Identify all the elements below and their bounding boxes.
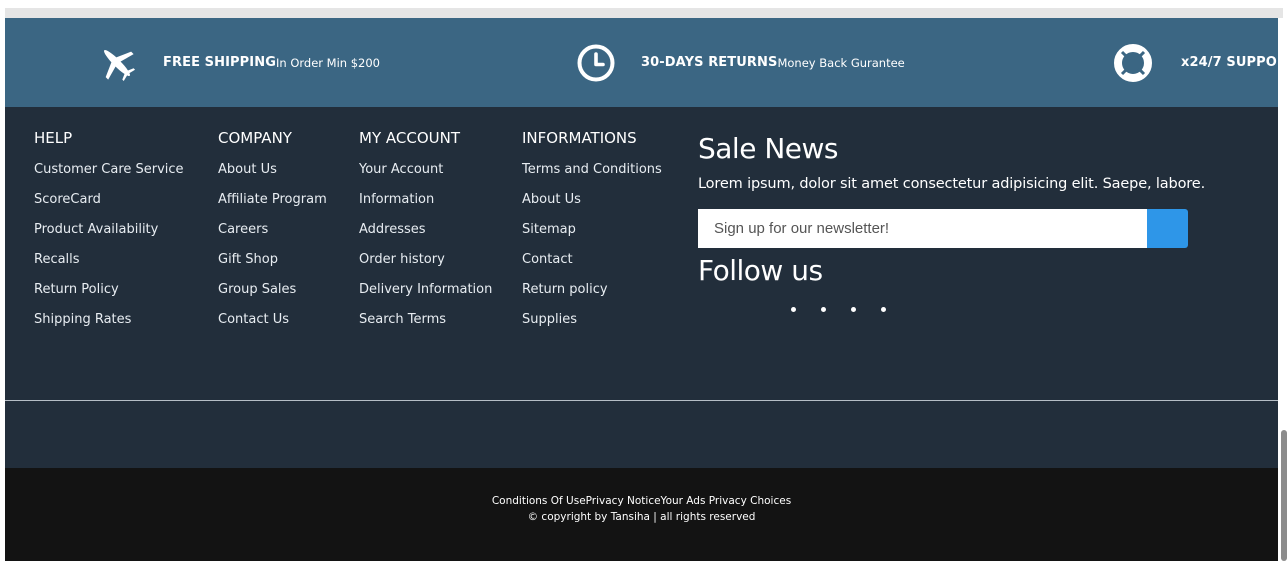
footer-column-company: COMPANY About Us Affiliate Program Caree…	[218, 129, 327, 339]
column-title: COMPANY	[218, 129, 292, 147]
footer-spacer-band	[5, 401, 1278, 468]
footer-link[interactable]: Order history	[359, 249, 492, 279]
newsletter-form	[698, 209, 1188, 248]
legal-links[interactable]: Conditions Of UsePrivacy NoticeYour Ads …	[5, 495, 1278, 507]
footer-link[interactable]: Search Terms	[359, 309, 492, 339]
footer-column-help: HELP Customer Care Service ScoreCard Pro…	[34, 129, 184, 339]
newsletter-text: Lorem ipsum, dolor sit amet consectetur …	[698, 176, 1206, 192]
footer-column-informations: INFORMATIONS Terms and Conditions About …	[522, 129, 662, 339]
airplane-icon	[97, 43, 137, 83]
footer-link[interactable]: About Us	[218, 159, 327, 189]
follow-us-title: Follow us	[698, 254, 823, 287]
page-scrollbar-thumb[interactable]	[1281, 430, 1287, 561]
newsletter-email-input[interactable]	[698, 209, 1147, 248]
footer-link[interactable]: Delivery Information	[359, 279, 492, 309]
top-separator	[5, 8, 1283, 18]
social-icon[interactable]	[821, 307, 826, 312]
footer-link[interactable]: Return policy	[522, 279, 662, 309]
feature-title: 30-DAYS RETURNS	[641, 55, 778, 70]
footer-link[interactable]: Careers	[218, 219, 327, 249]
footer-column-my-account: MY ACCOUNT Your Account Information Addr…	[359, 129, 492, 339]
footer-link[interactable]: Contact	[522, 249, 662, 279]
features-strip: FREE SHIPPING In Order Min $200 30-DAYS R…	[5, 18, 1278, 107]
footer-link[interactable]: Affiliate Program	[218, 189, 327, 219]
footer-link[interactable]: Product Availability	[34, 219, 184, 249]
feature-title: x24/7 SUPPORT	[1181, 55, 1278, 70]
social-icon[interactable]	[851, 307, 856, 312]
footer-link[interactable]: ScoreCard	[34, 189, 184, 219]
column-title: INFORMATIONS	[522, 129, 637, 147]
footer-main: HELP Customer Care Service ScoreCard Pro…	[5, 107, 1278, 400]
footer-link[interactable]: Sitemap	[522, 219, 662, 249]
lifebuoy-icon	[1113, 43, 1153, 83]
footer-link[interactable]: Your Account	[359, 159, 492, 189]
footer-link[interactable]: Terms and Conditions	[522, 159, 662, 189]
footer-link[interactable]: Supplies	[522, 309, 662, 339]
social-links	[791, 307, 911, 312]
footer-link[interactable]: Recalls	[34, 249, 184, 279]
clock-icon	[577, 44, 615, 82]
footer-link[interactable]: Contact Us	[218, 309, 327, 339]
footer-link[interactable]: Return Policy	[34, 279, 184, 309]
feature-free-shipping: FREE SHIPPING In Order Min $200	[97, 18, 380, 107]
footer-link[interactable]: Gift Shop	[218, 249, 327, 279]
footer-link[interactable]: Shipping Rates	[34, 309, 184, 339]
feature-subtitle: Money Back Gurantee	[777, 55, 905, 70]
page-top-margin	[0, 0, 1288, 8]
footer-bottom-bar: Conditions Of UsePrivacy NoticeYour Ads …	[5, 468, 1278, 561]
newsletter-title: Sale News	[698, 132, 839, 165]
footer-link[interactable]: Information	[359, 189, 492, 219]
feature-title: FREE SHIPPING	[163, 55, 276, 70]
footer-link[interactable]: Addresses	[359, 219, 492, 249]
copyright-text: © copyright by Tansiha | all rights rese…	[527, 511, 756, 523]
feature-support: x24/7 SUPPORT	[1113, 18, 1278, 107]
feature-subtitle: In Order Min $200	[276, 55, 380, 70]
feature-returns: 30-DAYS RETURNS Money Back Gurantee	[577, 18, 905, 107]
footer-link[interactable]: About Us	[522, 189, 662, 219]
newsletter-section: Sale News Lorem ipsum, dolor sit amet co…	[698, 131, 1268, 248]
column-title: HELP	[34, 129, 73, 147]
footer-link[interactable]: Group Sales	[218, 279, 327, 309]
social-icon[interactable]	[881, 307, 886, 312]
social-icon[interactable]	[791, 307, 796, 312]
column-title: MY ACCOUNT	[359, 129, 460, 147]
footer-link[interactable]: Customer Care Service	[34, 159, 184, 189]
newsletter-submit-button[interactable]	[1147, 209, 1188, 248]
